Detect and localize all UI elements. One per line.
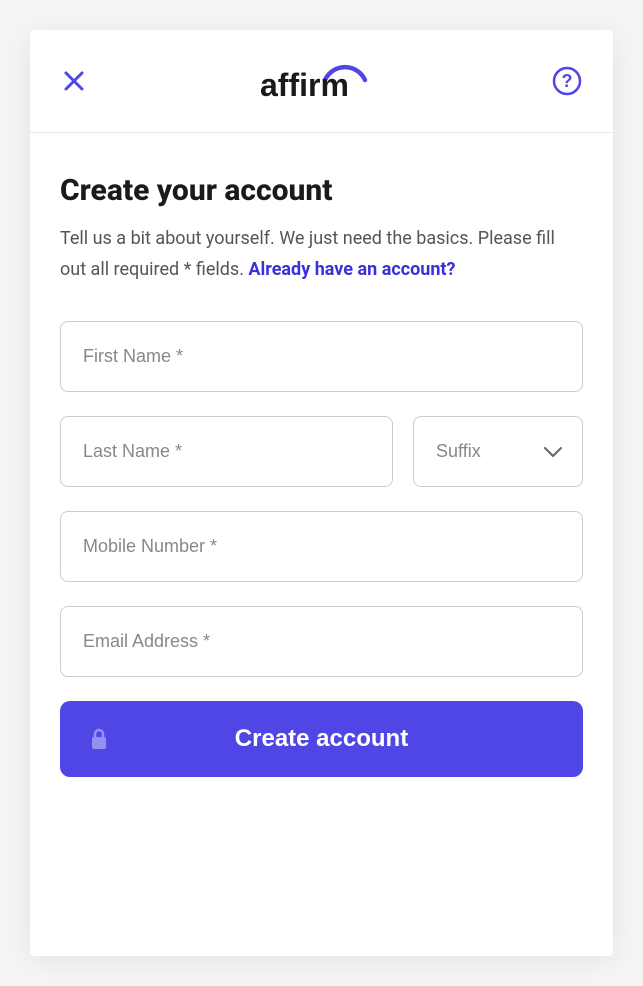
mobile-number-input[interactable] bbox=[60, 511, 583, 582]
help-icon: ? bbox=[552, 66, 582, 96]
email-input[interactable] bbox=[60, 606, 583, 677]
affirm-logo: affirm bbox=[255, 58, 385, 104]
close-button[interactable] bbox=[60, 67, 88, 95]
create-account-button[interactable]: Create account bbox=[60, 701, 583, 777]
lock-icon bbox=[90, 728, 108, 750]
suffix-select[interactable] bbox=[413, 416, 583, 487]
svg-text:?: ? bbox=[562, 71, 573, 91]
page-title: Create your account bbox=[60, 173, 583, 208]
help-button[interactable]: ? bbox=[551, 65, 583, 97]
content-area: Create your account Tell us a bit about … bbox=[30, 133, 613, 956]
login-link[interactable]: Already have an account? bbox=[248, 259, 455, 280]
signup-card: affirm ? Create your account Tell us a b… bbox=[30, 30, 613, 956]
page-subtitle: Tell us a bit about yourself. We just ne… bbox=[60, 224, 583, 285]
svg-text:affirm: affirm bbox=[260, 67, 349, 103]
header: affirm ? bbox=[30, 30, 613, 133]
last-name-input[interactable] bbox=[60, 416, 393, 487]
close-icon bbox=[63, 70, 85, 92]
first-name-input[interactable] bbox=[60, 321, 583, 392]
submit-label: Create account bbox=[235, 725, 408, 753]
